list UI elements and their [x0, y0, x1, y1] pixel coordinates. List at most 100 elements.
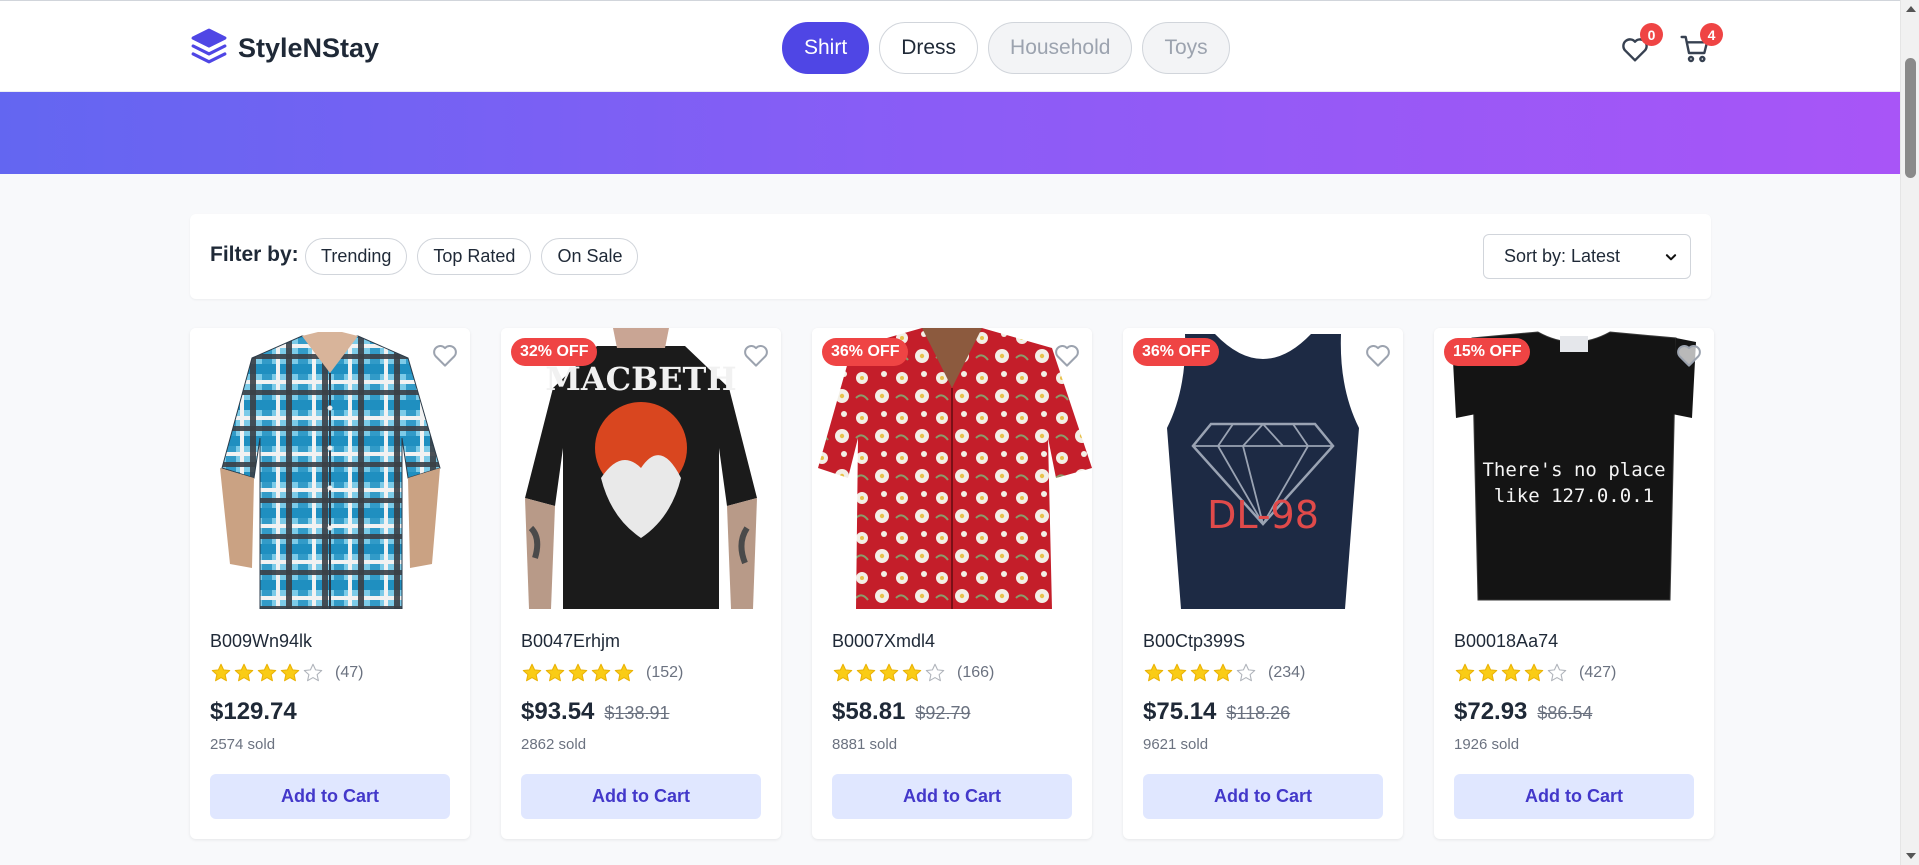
product-rating: (166)	[832, 662, 1072, 684]
star-icon	[1547, 663, 1567, 682]
favorite-heart-icon[interactable]	[430, 340, 460, 375]
star-icon	[1478, 663, 1498, 682]
scroll-down-arrow-icon[interactable]	[1906, 853, 1916, 859]
filter-label: Filter by:	[210, 243, 299, 266]
favorite-heart-icon[interactable]	[1052, 340, 1082, 375]
price-row: $75.14 $118.26	[1143, 698, 1383, 726]
star-rating-icons	[210, 662, 325, 684]
original-price: $92.79	[915, 703, 971, 723]
tee-print-line-2: like 127.0.0.1	[1494, 485, 1654, 507]
add-to-cart-button[interactable]: Add to Cart	[521, 774, 761, 819]
price-row: $93.54 $138.91	[521, 698, 761, 726]
review-count: (166)	[957, 664, 995, 681]
favorite-heart-icon[interactable]	[1363, 340, 1393, 375]
brand-name: StyleNStay	[238, 33, 380, 63]
star-icon	[1144, 663, 1164, 682]
star-icon	[856, 663, 876, 682]
price-row: $58.81 $92.79	[832, 698, 1072, 726]
star-icon	[303, 663, 323, 682]
review-count: (234)	[1268, 664, 1306, 681]
current-price: $129.74	[210, 698, 297, 725]
filter-on-sale-chip[interactable]: On Sale	[541, 238, 639, 275]
star-rating-icons	[1454, 662, 1569, 684]
filter-chips: Trending Top Rated On Sale	[305, 238, 639, 275]
filter-top-rated-chip[interactable]: Top Rated	[417, 238, 532, 275]
product-sku[interactable]: B0047Erhjm	[521, 631, 761, 652]
wishlist-count-badge: 0	[1640, 23, 1663, 46]
product-rating: (47)	[210, 662, 450, 684]
add-to-cart-button[interactable]: Add to Cart	[832, 774, 1072, 819]
favorite-heart-icon[interactable]	[1674, 340, 1704, 375]
star-icon	[280, 663, 300, 682]
favorite-heart-icon[interactable]	[741, 340, 771, 375]
product-image[interactable]: There's no place like 127.0.0.1 15% OFF	[1434, 328, 1714, 609]
product-card[interactable]: 36% OFF B0007Xmdl4 (166) $58.81 $92.79 8…	[812, 328, 1092, 839]
sort-value: Sort by: Latest	[1504, 246, 1621, 266]
wishlist-button[interactable]: 0	[1617, 23, 1663, 67]
scrollbar-thumb[interactable]	[1905, 58, 1916, 178]
star-icon	[1236, 663, 1256, 682]
nav-shirt-button[interactable]: Shirt	[782, 22, 870, 74]
add-to-cart-button[interactable]: Add to Cart	[210, 774, 450, 819]
star-icon	[902, 663, 922, 682]
star-icon	[879, 663, 899, 682]
sold-count: 8881 sold	[832, 736, 898, 753]
nav-household-button[interactable]: Household	[988, 22, 1133, 74]
star-icon	[1167, 663, 1187, 682]
scroll-up-arrow-icon[interactable]	[1906, 6, 1916, 12]
nav-dress-button[interactable]: Dress	[879, 22, 979, 74]
nav-toys-button[interactable]: Toys	[1142, 22, 1230, 74]
star-icon	[1524, 663, 1544, 682]
star-rating-icons	[832, 662, 947, 684]
layers-logo-icon	[190, 27, 228, 70]
page-scrollbar[interactable]	[1900, 0, 1919, 865]
hero-banner	[0, 92, 1900, 174]
sold-count: 2574 sold	[210, 736, 276, 753]
star-rating-icons	[1143, 662, 1258, 684]
product-image[interactable]: DL-98 36% OFF	[1123, 328, 1403, 609]
discount-badge: 36% OFF	[822, 338, 909, 366]
star-icon	[257, 663, 277, 682]
product-card[interactable]: B009Wn94lk (47) $129.74 2574 sold Add to…	[190, 328, 470, 839]
dl98-print-text: DL-98	[1207, 493, 1319, 537]
cart-count-badge: 4	[1700, 23, 1723, 46]
product-card[interactable]: DL-98 36% OFF B00Ctp399S (234) $75.14 $1…	[1123, 328, 1403, 839]
filter-trending-chip[interactable]: Trending	[305, 238, 408, 275]
star-icon	[545, 663, 565, 682]
star-icon	[925, 663, 945, 682]
product-image[interactable]: 36% OFF	[812, 328, 1092, 609]
product-sku[interactable]: B00018Aa74	[1454, 631, 1694, 652]
discount-badge: 36% OFF	[1133, 338, 1220, 366]
original-price: $118.26	[1226, 703, 1291, 723]
star-icon	[1455, 663, 1475, 682]
price-row: $129.74	[210, 698, 450, 726]
product-sku[interactable]: B00Ctp399S	[1143, 631, 1383, 652]
product-image[interactable]	[190, 328, 470, 609]
brand-logo[interactable]: StyleNStay	[190, 27, 379, 70]
original-price: $86.54	[1537, 703, 1593, 723]
sold-count: 9621 sold	[1143, 736, 1209, 753]
category-nav: Shirt Dress Household Toys	[782, 22, 1230, 74]
top-navbar: StyleNStay Shirt Dress Household Toys 0 …	[0, 0, 1900, 92]
sort-select[interactable]: Sort by: Latest	[1483, 234, 1691, 279]
cart-button[interactable]: 4	[1677, 23, 1723, 67]
star-icon	[833, 663, 853, 682]
current-price: $93.54	[521, 698, 595, 725]
product-card[interactable]: There's no place like 127.0.0.1 15% OFF …	[1434, 328, 1714, 839]
add-to-cart-button[interactable]: Add to Cart	[1143, 774, 1383, 819]
star-icon	[522, 663, 542, 682]
star-icon	[211, 663, 231, 682]
star-icon	[568, 663, 588, 682]
star-icon	[234, 663, 254, 682]
sold-count: 1926 sold	[1454, 736, 1520, 753]
discount-badge: 32% OFF	[511, 338, 598, 366]
star-icon	[1213, 663, 1233, 682]
product-rating: (152)	[521, 662, 761, 684]
add-to-cart-button[interactable]: Add to Cart	[1454, 774, 1694, 819]
current-price: $58.81	[832, 698, 906, 725]
product-sku[interactable]: B009Wn94lk	[210, 631, 450, 652]
product-sku[interactable]: B0007Xmdl4	[832, 631, 1072, 652]
product-card[interactable]: MACBETH 32% OFF B0047Erhjm (152) $93.54 …	[501, 328, 781, 839]
product-image[interactable]: MACBETH 32% OFF	[501, 328, 781, 609]
tee-print-line-1: There's no place	[1482, 459, 1665, 481]
